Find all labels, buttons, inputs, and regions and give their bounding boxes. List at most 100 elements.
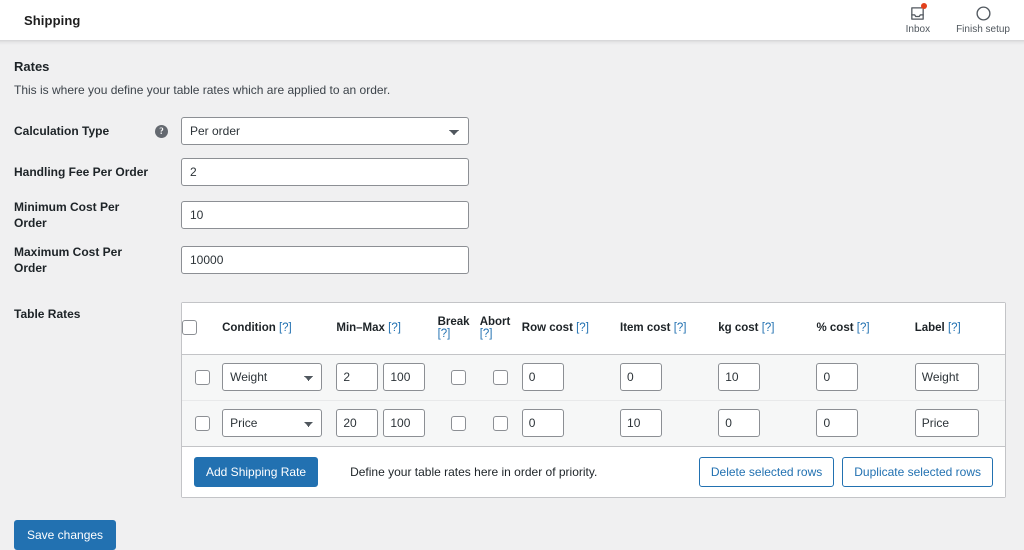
break-cell xyxy=(437,400,480,447)
break-help-icon[interactable]: [?] xyxy=(438,328,451,340)
min-input[interactable] xyxy=(336,409,379,437)
kg-cost-header: kg cost [?] xyxy=(718,303,817,355)
row-cost-cell xyxy=(521,400,621,447)
minmax-group xyxy=(336,409,437,437)
condition-help-icon[interactable]: [?] xyxy=(279,322,292,334)
kg-cost-cell xyxy=(718,354,817,401)
rates-heading: Rates xyxy=(14,59,50,74)
min-input[interactable] xyxy=(336,363,379,391)
break-header-label: Break xyxy=(437,315,470,328)
row-select-cell xyxy=(182,400,223,447)
row-cost-header: Row cost [?] xyxy=(521,303,621,355)
item-cost-input[interactable] xyxy=(620,363,663,391)
row-cost-header-label: Row cost xyxy=(521,321,573,334)
kg-cost-cell xyxy=(718,400,817,447)
condition-header-label: Condition xyxy=(222,321,276,334)
finish-setup-label: Finish setup xyxy=(956,24,1010,35)
item-cost-input[interactable] xyxy=(620,409,663,437)
calculation-type-select[interactable]: Per order xyxy=(181,117,469,145)
footer-right-actions: Delete selected rows Duplicate selected … xyxy=(698,456,993,487)
item-cost-cell xyxy=(620,400,719,447)
inbox-label: Inbox xyxy=(905,24,931,35)
label-cell xyxy=(914,354,1005,401)
minimum-cost-label: Minimum Cost Per Order xyxy=(14,200,120,230)
abort-cell xyxy=(479,400,522,447)
abort-checkbox[interactable] xyxy=(493,370,509,386)
table-rates: Condition [?] Min–Max [?] Break [?] Abor… xyxy=(182,303,1005,497)
kg-cost-input[interactable] xyxy=(718,363,761,391)
table-footer-cell: Add Shipping Rate Define your table rate… xyxy=(182,446,1005,497)
label-input[interactable] xyxy=(914,409,979,437)
label-header-label: Label xyxy=(914,321,945,334)
maximum-cost-input[interactable] xyxy=(181,246,469,274)
help-icon[interactable]: ? xyxy=(155,124,168,138)
max-input[interactable] xyxy=(383,409,426,437)
row-cost-input[interactable] xyxy=(521,409,564,437)
minmax-header-label: Min–Max xyxy=(336,321,385,334)
break-header: Break [?] xyxy=(437,303,480,355)
delete-selected-rows-button[interactable]: Delete selected rows xyxy=(698,456,835,487)
condition-select[interactable]: Weight xyxy=(222,363,323,391)
pct-cost-help-icon[interactable]: [?] xyxy=(857,322,870,334)
select-all-header xyxy=(182,303,223,355)
pct-cost-cell xyxy=(816,400,915,447)
condition-header: Condition [?] xyxy=(222,303,337,355)
table-footer: Add Shipping Rate Define your table rate… xyxy=(182,446,1005,497)
page-title: Shipping xyxy=(24,12,81,28)
table-rates-row: Table Rates Condition [?] Min–Max [?] Br… xyxy=(0,302,1024,498)
table-footer-row: Add Shipping Rate Define your table rate… xyxy=(182,446,1005,497)
table-body: Weight 2 100 0 0 10 0 Weight Price 20 10… xyxy=(182,354,1005,447)
table-row: Price xyxy=(182,400,1005,447)
maximum-cost-label: Maximum Cost Per Order xyxy=(14,245,123,275)
footer-note: Define your table rates here in order of… xyxy=(350,464,598,479)
minimum-cost-row: Minimum Cost Per Order xyxy=(0,199,1024,231)
label-input[interactable] xyxy=(914,363,979,391)
table-row: Weight xyxy=(182,354,1005,401)
save-changes-button[interactable]: Save changes xyxy=(14,519,117,550)
minimum-cost-input[interactable] xyxy=(181,201,469,229)
calculation-type-row: Calculation Type ? Per order xyxy=(0,117,1024,145)
inbox-notification-dot xyxy=(920,3,927,9)
row-cost-help-icon[interactable]: [?] xyxy=(576,322,589,334)
break-cell xyxy=(437,354,480,401)
row-cost-input[interactable] xyxy=(521,363,564,391)
abort-checkbox[interactable] xyxy=(493,416,509,432)
select-all-checkbox[interactable] xyxy=(182,320,197,336)
item-cost-cell xyxy=(620,354,719,401)
table-rates-label: Table Rates xyxy=(14,307,81,321)
kg-cost-header-label: kg cost xyxy=(718,321,759,334)
rates-description: This is where you define your table rate… xyxy=(14,83,391,97)
handling-fee-label: Handling Fee Per Order xyxy=(14,165,149,179)
break-checkbox[interactable] xyxy=(451,416,467,432)
maximum-cost-row: Maximum Cost Per Order xyxy=(0,244,1024,276)
label-help-icon[interactable]: [?] xyxy=(948,322,961,334)
top-bar: Shipping Inbox Finish setup xyxy=(0,0,1024,40)
row-cost-cell xyxy=(521,354,621,401)
add-shipping-rate-button[interactable]: Add Shipping Rate xyxy=(194,456,319,487)
condition-cell: Price xyxy=(222,400,337,447)
handling-fee-input[interactable] xyxy=(181,158,469,186)
item-cost-header: Item cost [?] xyxy=(620,303,719,355)
condition-cell: Weight xyxy=(222,354,337,401)
pct-cost-header-label: % cost xyxy=(816,321,854,334)
inbox-button[interactable]: Inbox xyxy=(906,3,930,36)
minmax-cell xyxy=(336,354,438,401)
abort-help-icon[interactable]: [?] xyxy=(480,328,493,340)
pct-cost-header: % cost [?] xyxy=(816,303,915,355)
pct-cost-input[interactable] xyxy=(816,409,859,437)
condition-select[interactable]: Price xyxy=(222,409,323,437)
pct-cost-input[interactable] xyxy=(816,363,859,391)
duplicate-selected-rows-button[interactable]: Duplicate selected rows xyxy=(842,456,993,487)
handling-fee-row: Handling Fee Per Order xyxy=(0,158,1024,186)
max-input[interactable] xyxy=(383,363,426,391)
break-checkbox[interactable] xyxy=(451,370,467,386)
finish-setup-button[interactable]: Finish setup xyxy=(956,3,1010,36)
row-select-checkbox[interactable] xyxy=(194,370,210,386)
kg-cost-help-icon[interactable]: [?] xyxy=(762,322,775,334)
row-select-checkbox[interactable] xyxy=(194,416,210,432)
item-cost-help-icon[interactable]: [?] xyxy=(674,322,687,334)
minmax-help-icon[interactable]: [?] xyxy=(388,322,401,334)
kg-cost-input[interactable] xyxy=(718,409,761,437)
calculation-type-help-slot: ? xyxy=(155,124,181,138)
table-header: Condition [?] Min–Max [?] Break [?] Abor… xyxy=(182,303,1005,355)
